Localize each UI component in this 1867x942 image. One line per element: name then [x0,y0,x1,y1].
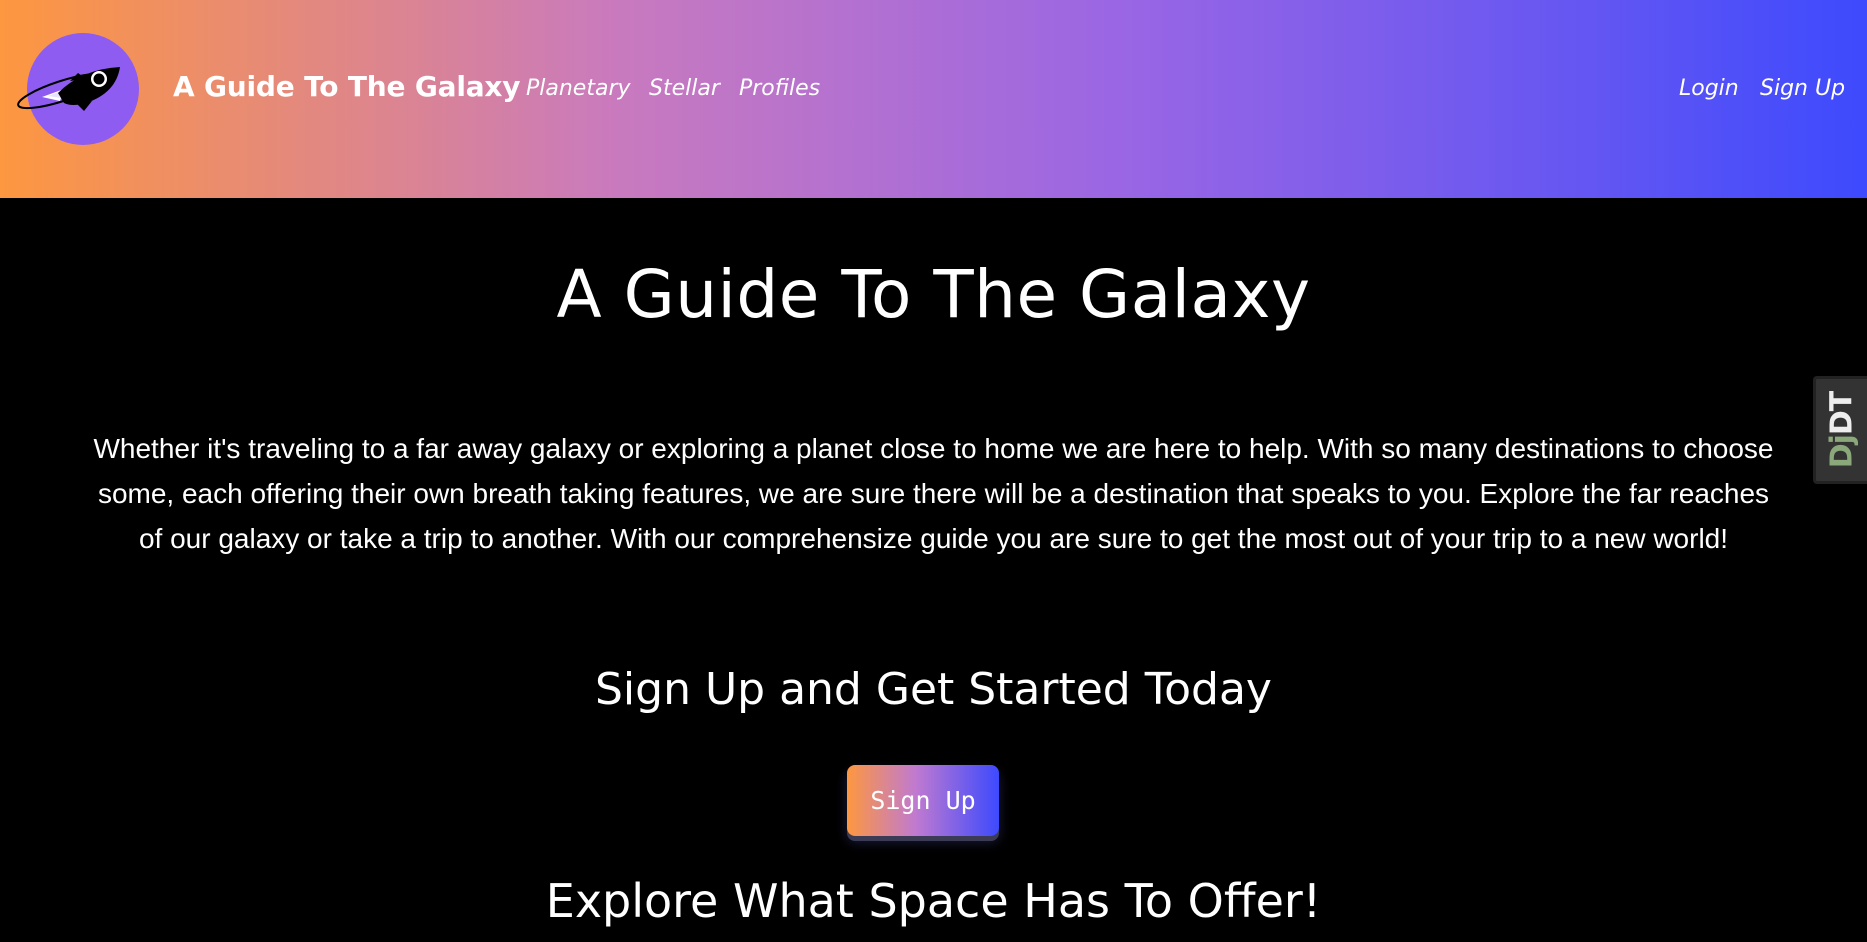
site-logo[interactable] [17,33,139,145]
signup-button[interactable]: Sign Up [847,765,999,836]
intro-paragraph: Whether it's traveling to a far away gal… [93,433,1774,554]
nav-link-profiles[interactable]: Profiles [739,76,820,101]
signup-cta-heading: Sign Up and Get Started Today [595,664,1272,715]
nav-link-stellar[interactable]: Stellar [649,76,720,101]
page-title: A Guide To The Galaxy [556,256,1311,333]
nav-link-planetary[interactable]: Planetary [526,76,631,101]
nav-link-login[interactable]: Login [1679,76,1739,101]
explore-heading: Explore What Space Has To Offer! [545,874,1322,928]
debug-toolbar-label-dj: Dj [1824,435,1859,469]
debug-toolbar-label-dt: DT [1824,391,1859,436]
navbar: A Guide To The Galaxy Planetary Stellar … [0,0,1867,198]
brand-link[interactable]: A Guide To The Galaxy [173,70,521,103]
debug-toolbar-handle[interactable]: DjDT [1813,376,1867,484]
main-content: A Guide To The Galaxy Whether it's trave… [0,198,1867,942]
rocket-icon [17,67,120,111]
debug-toolbar-label: DjDT [1824,392,1859,469]
nav-link-signup[interactable]: Sign Up [1760,76,1845,101]
